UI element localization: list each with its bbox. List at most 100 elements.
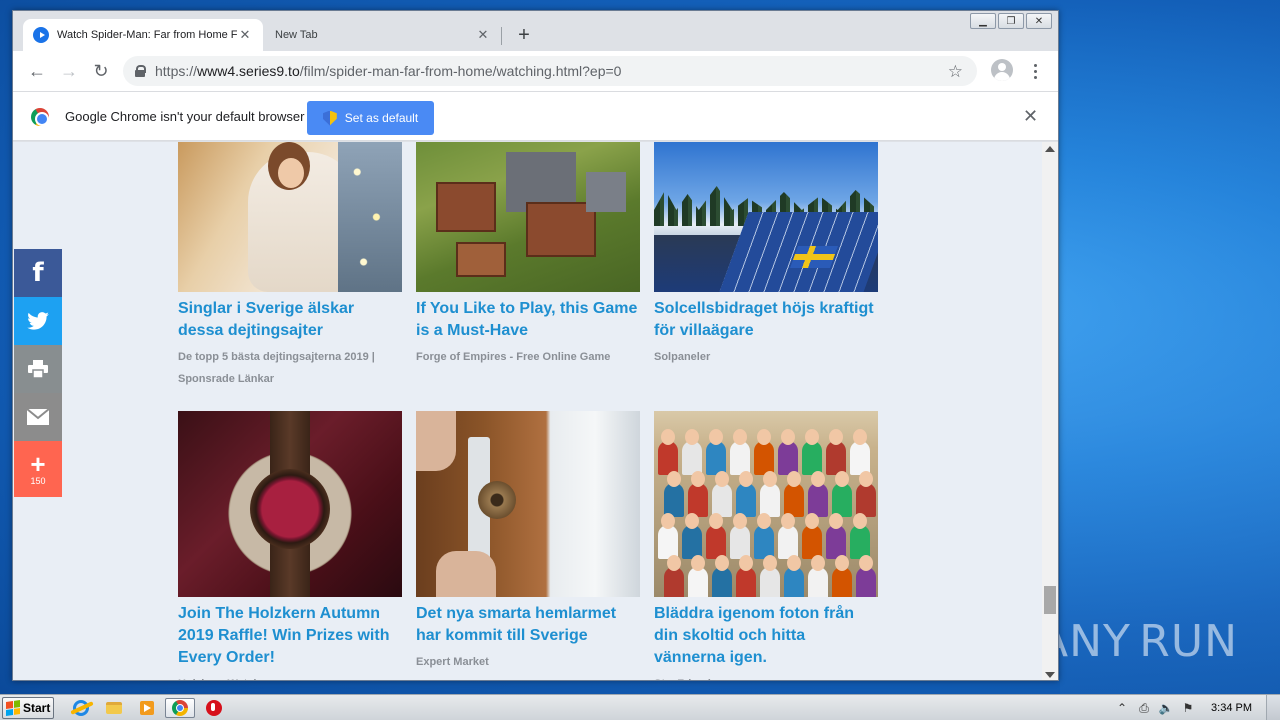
- photo-person-head: [757, 513, 771, 529]
- photo-person: [664, 567, 684, 597]
- facebook-share-button[interactable]: f: [14, 249, 62, 297]
- photo-person-head: [781, 429, 795, 445]
- tray-expand-icon[interactable]: ⌃: [1113, 700, 1131, 716]
- ad-title[interactable]: If You Like to Play, this Game is a Must…: [416, 298, 640, 342]
- photo-person: [682, 525, 702, 559]
- photo-person-head: [757, 429, 771, 445]
- scrollbar-thumb[interactable]: [1044, 586, 1056, 614]
- photo-person-head: [739, 555, 753, 571]
- scroll-up-arrow-icon[interactable]: [1045, 146, 1055, 152]
- windows-logo-icon: [6, 700, 20, 716]
- bookmark-star-icon[interactable]: ☆: [948, 62, 963, 82]
- photo-person-head: [787, 555, 801, 571]
- ad-image[interactable]: [178, 411, 402, 597]
- tab-close-icon[interactable]: ✕: [475, 27, 491, 43]
- more-share-button[interactable]: + 150: [14, 441, 62, 497]
- ad-image[interactable]: [416, 142, 640, 292]
- kebab-menu-icon[interactable]: [1025, 59, 1045, 83]
- ad-title[interactable]: Bläddra igenom foton från din skoltid oc…: [654, 603, 878, 669]
- plus-icon: +: [30, 449, 46, 479]
- opera-icon[interactable]: [203, 698, 225, 718]
- email-share-button[interactable]: [14, 393, 62, 441]
- ad-source: Solpaneler: [654, 351, 711, 363]
- back-arrow-icon[interactable]: ←: [25, 59, 49, 83]
- tab-new-tab[interactable]: New Tab ✕: [265, 19, 501, 51]
- forward-arrow-icon[interactable]: →: [57, 59, 81, 83]
- tab-separator: [501, 27, 502, 45]
- uac-shield-icon: [322, 110, 337, 126]
- profile-avatar-icon[interactable]: [991, 59, 1013, 81]
- ad-title[interactable]: Join The Holzkern Autumn 2019 Raffle! Wi…: [178, 603, 402, 669]
- ad-title[interactable]: Solcellsbidraget höjs kraftigt för villa…: [654, 298, 878, 342]
- photo-person-head: [787, 471, 801, 487]
- ad-card[interactable]: Det nya smarta hemlarmet har kommit till…: [416, 411, 640, 673]
- ad-card[interactable]: Bläddra igenom foton från din skoltid oc…: [654, 411, 878, 680]
- start-button[interactable]: Start: [2, 697, 54, 719]
- default-browser-infobar: Google Chrome isn't your default browser…: [13, 91, 1058, 141]
- photo-person: [802, 525, 822, 559]
- photo-person: [754, 525, 774, 559]
- ad-image[interactable]: [654, 411, 878, 597]
- twitter-share-button[interactable]: [14, 297, 62, 345]
- tab-close-icon[interactable]: ✕: [237, 27, 253, 43]
- url-host: www4.series9.to: [197, 63, 300, 79]
- photo-person-head: [763, 471, 777, 487]
- tab-spider-man[interactable]: Watch Spider-Man: Far from Home F ✕: [23, 19, 263, 51]
- vertical-scrollbar[interactable]: [1042, 142, 1058, 680]
- tab-title: Watch Spider-Man: Far from Home F: [57, 29, 237, 41]
- new-tab-button[interactable]: +: [513, 25, 535, 47]
- address-bar[interactable]: https://www4.series9.to/film/spider-man-…: [123, 56, 977, 86]
- photo-person-head: [859, 555, 873, 571]
- photo-person: [712, 567, 732, 597]
- photo-person: [706, 441, 726, 475]
- photo-person-head: [781, 513, 795, 529]
- anyrun-watermark: ANY RUN: [1038, 606, 1238, 676]
- photo-person-head: [667, 471, 681, 487]
- set-as-default-button[interactable]: Set as default: [307, 101, 434, 135]
- ad-card[interactable]: If You Like to Play, this Game is a Must…: [416, 142, 640, 368]
- ad-title[interactable]: Det nya smarta hemlarmet har kommit till…: [416, 603, 640, 647]
- ad-card[interactable]: Solcellsbidraget höjs kraftigt för villa…: [654, 142, 878, 368]
- ad-image[interactable]: [654, 142, 878, 292]
- photo-person: [832, 567, 852, 597]
- ad-image[interactable]: [416, 411, 640, 597]
- photo-person: [730, 525, 750, 559]
- volume-icon[interactable]: 🔈: [1157, 700, 1175, 716]
- file-explorer-icon[interactable]: [103, 698, 125, 718]
- photo-person-head: [691, 471, 705, 487]
- url-scheme: https://: [155, 63, 198, 79]
- ad-card[interactable]: Join The Holzkern Autumn 2019 Raffle! Wi…: [178, 411, 402, 680]
- chrome-taskbar-icon[interactable]: [165, 698, 195, 718]
- ad-source: Forge of Empires - Free Online Game: [416, 351, 611, 363]
- media-player-icon[interactable]: [136, 698, 158, 718]
- photo-person: [712, 483, 732, 517]
- reload-icon[interactable]: ↻: [89, 59, 113, 83]
- infobar-close-icon[interactable]: ✕: [1023, 106, 1038, 127]
- ad-card[interactable]: Singlar i Sverige älskar dessa dejtingsa…: [178, 142, 402, 390]
- ad-image[interactable]: [178, 142, 402, 292]
- photo-person-head: [739, 471, 753, 487]
- play-favicon-icon: [33, 27, 49, 43]
- ad-title[interactable]: Singlar i Sverige älskar dessa dejtingsa…: [178, 298, 402, 342]
- photo-person: [802, 441, 822, 475]
- photo-person: [754, 441, 774, 475]
- url-text[interactable]: https://www4.series9.to/film/spider-man-…: [155, 63, 621, 79]
- photo-person-head: [829, 429, 843, 445]
- photo-person-head: [853, 513, 867, 529]
- photo-person-head: [829, 513, 843, 529]
- photo-person: [856, 567, 876, 597]
- scroll-down-arrow-icon[interactable]: [1045, 672, 1055, 678]
- facebook-icon: f: [32, 258, 44, 288]
- photo-person: [784, 483, 804, 517]
- show-desktop-button[interactable]: [1266, 695, 1280, 720]
- chrome-logo-icon: [31, 108, 49, 126]
- internet-explorer-icon[interactable]: [70, 698, 92, 718]
- print-share-button[interactable]: [14, 345, 62, 393]
- desktop-glow: [1060, 0, 1280, 694]
- action-center-flag-icon[interactable]: ⚑: [1179, 700, 1197, 716]
- photo-person-head: [685, 429, 699, 445]
- photo-person-head: [733, 429, 747, 445]
- clock[interactable]: 3:34 PM: [1211, 702, 1252, 714]
- network-icon[interactable]: ⎙: [1135, 700, 1153, 716]
- photo-person-head: [661, 513, 675, 529]
